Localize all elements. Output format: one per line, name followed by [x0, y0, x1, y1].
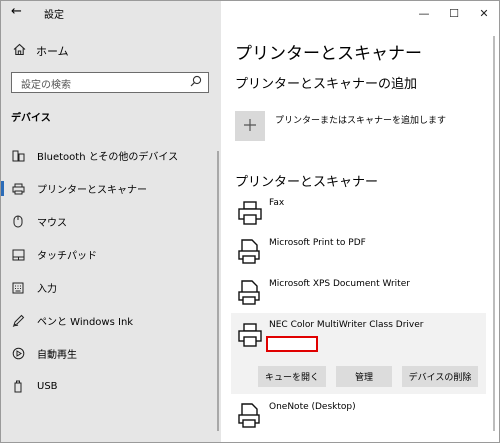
sidebar-item-touchpad[interactable]: タッチパッド — [1, 238, 217, 271]
sidebar-item-mouse[interactable]: マウス — [1, 205, 217, 238]
manage-button[interactable]: 管理 — [336, 366, 392, 387]
sidebar-nav: Bluetooth とその他のデバイス プリンターとスキャナー マウス タッチパ… — [1, 139, 217, 403]
open-queue-button[interactable]: キューを開く — [258, 366, 326, 387]
printer-list-title: プリンターとスキャナー — [235, 175, 379, 190]
add-printer-button[interactable] — [235, 111, 265, 141]
sidebar-item-bluetooth[interactable]: Bluetooth とその他のデバイス — [1, 139, 217, 172]
search-icon[interactable] — [190, 75, 202, 90]
highlight-annotation-box — [266, 336, 318, 352]
minimize-icon[interactable]: — — [409, 1, 439, 25]
sidebar-item-label: USB — [37, 381, 58, 392]
search-placeholder: 設定の検索 — [21, 80, 71, 91]
printer-item-xps[interactable]: Microsoft XPS Document Writer — [231, 275, 486, 311]
sidebar-item-label: 入力 — [37, 284, 57, 295]
fax-printer-icon — [237, 200, 263, 226]
printer-icon — [11, 183, 25, 195]
printer-actions: キューを開く 管理 デバイスの削除 — [258, 366, 478, 387]
close-icon[interactable]: ✕ — [469, 1, 499, 25]
sidebar-item-label: Bluetooth とその他のデバイス — [37, 152, 179, 163]
printer-name: Microsoft Print to PDF — [269, 238, 366, 248]
document-printer-icon — [237, 239, 263, 265]
printer-item-nec[interactable]: NEC Color MultiWriter Class Driver キューを開… — [231, 313, 486, 394]
usb-icon — [11, 380, 25, 393]
printer-item-pdf[interactable]: Microsoft Print to PDF — [231, 234, 486, 270]
bluetooth-devices-icon — [11, 150, 25, 162]
printer-name: NEC Color MultiWriter Class Driver — [269, 320, 424, 330]
printer-name: Microsoft XPS Document Writer — [269, 279, 410, 289]
touchpad-icon — [11, 249, 25, 261]
home-link[interactable]: ホーム — [11, 41, 69, 61]
sidebar-item-label: プリンターとスキャナー — [37, 185, 147, 196]
printer-name: OneNote (Desktop) — [269, 402, 356, 412]
remove-device-button[interactable]: デバイスの削除 — [402, 366, 478, 387]
sidebar-item-label: 自動再生 — [37, 350, 77, 361]
sidebar-item-autoplay[interactable]: 自動再生 — [1, 337, 217, 370]
sidebar-scrollbar[interactable] — [217, 151, 219, 431]
section-heading-devices: デバイス — [11, 113, 51, 124]
add-section-title: プリンターとスキャナーの追加 — [235, 77, 418, 92]
printer-item-fax[interactable]: Fax — [231, 196, 486, 230]
home-icon — [11, 43, 27, 59]
sidebar-item-typing[interactable]: 入力 — [1, 271, 217, 304]
settings-window: ← 設定 ホーム 設定の検索 デバイス Bluetooth とその他のデバイス — [0, 0, 500, 443]
printer-item-onenote[interactable]: OneNote (Desktop) — [231, 399, 486, 435]
navigation-pane: ← 設定 ホーム 設定の検索 デバイス Bluetooth とその他のデバイス — [1, 1, 221, 442]
home-label: ホーム — [36, 45, 69, 58]
sidebar-item-label: ペンと Windows Ink — [37, 317, 134, 328]
pen-icon — [11, 314, 25, 327]
sidebar-item-printers[interactable]: プリンターとスキャナー — [1, 172, 217, 205]
keyboard-icon — [11, 282, 25, 294]
page-title: プリンターとスキャナー — [235, 44, 422, 64]
title-bar: ← 設定 — [1, 1, 221, 25]
autoplay-icon — [11, 347, 25, 360]
add-printer-label[interactable]: プリンターまたはスキャナーを追加します — [275, 113, 446, 126]
sidebar-item-label: タッチパッド — [37, 251, 97, 262]
content-scrollbar[interactable] — [493, 36, 495, 431]
sidebar-item-pen[interactable]: ペンと Windows Ink — [1, 304, 217, 337]
document-printer-icon — [237, 280, 263, 306]
mouse-icon — [11, 215, 25, 228]
maximize-icon[interactable]: ☐ — [439, 1, 469, 25]
document-printer-icon — [237, 403, 263, 429]
window-title: 設定 — [44, 10, 64, 21]
back-arrow-icon[interactable]: ← — [11, 4, 22, 19]
settings-search-input[interactable]: 設定の検索 — [11, 72, 209, 93]
plus-icon — [243, 115, 257, 137]
sidebar-item-label: マウス — [37, 218, 67, 229]
printer-name: Fax — [269, 198, 285, 208]
window-controls: — ☐ ✕ — [409, 1, 499, 25]
content-pane: — ☐ ✕ プリンターとスキャナー プリンターとスキャナーの追加 プリンターまた… — [221, 1, 499, 442]
printer-icon — [237, 322, 263, 348]
add-printer-row[interactable]: プリンターまたはスキャナーを追加します — [235, 111, 446, 141]
sidebar-item-usb[interactable]: USB — [1, 370, 217, 403]
